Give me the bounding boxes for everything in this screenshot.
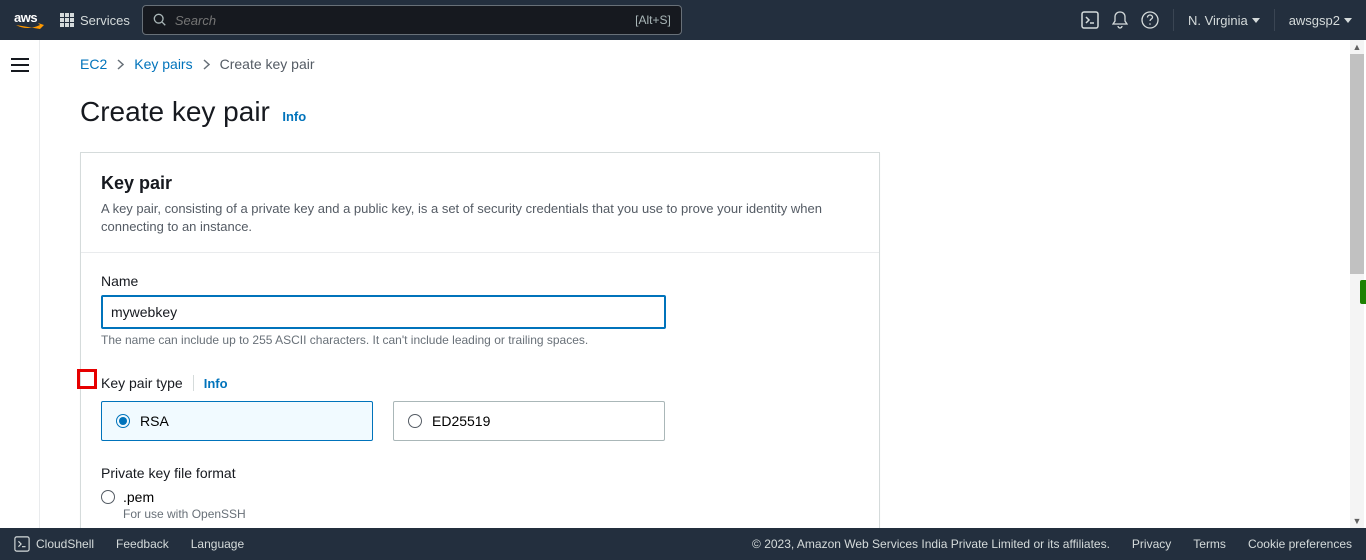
search-input[interactable]: [175, 13, 627, 28]
page-header: Create key pair Info: [80, 96, 1310, 128]
panel-description: A key pair, consisting of a private key …: [101, 200, 859, 236]
footer-privacy-link[interactable]: Privacy: [1132, 537, 1171, 551]
footer-bar: CloudShell Feedback Language © 2023, Ama…: [0, 528, 1366, 560]
cloudshell-icon[interactable]: [1081, 11, 1099, 29]
scroll-thumb[interactable]: [1350, 54, 1364, 274]
scroll-down-arrow[interactable]: ▼: [1350, 514, 1364, 528]
breadcrumb-current: Create key pair: [220, 56, 315, 72]
breadcrumb: EC2 Key pairs Create key pair: [80, 56, 1310, 72]
region-label: N. Virginia: [1188, 13, 1248, 28]
radio-rsa[interactable]: RSA: [101, 401, 373, 441]
search-icon: [153, 13, 167, 27]
breadcrumb-ec2[interactable]: EC2: [80, 56, 107, 72]
side-nav-collapsed: [0, 40, 40, 528]
aws-logo[interactable]: aws: [14, 10, 48, 30]
annotation-highlight: [77, 369, 97, 389]
page-info-link[interactable]: Info: [282, 109, 306, 124]
file-format-label: Private key file format: [101, 465, 859, 481]
side-nav-toggle[interactable]: [11, 58, 29, 72]
global-search[interactable]: [Alt+S]: [142, 5, 682, 35]
feedback-tab[interactable]: [1360, 280, 1366, 304]
svg-text:aws: aws: [14, 10, 37, 25]
help-icon[interactable]: [1141, 11, 1159, 29]
radio-pem[interactable]: .pem: [101, 489, 859, 505]
footer-feedback-link[interactable]: Feedback: [116, 537, 169, 551]
breadcrumb-key-pairs[interactable]: Key pairs: [134, 56, 192, 72]
radio-rsa-label: RSA: [140, 413, 169, 429]
key-pair-type-info-link[interactable]: Info: [204, 376, 228, 391]
footer-cloudshell-label: CloudShell: [36, 537, 94, 551]
notifications-icon[interactable]: [1111, 11, 1129, 29]
panel-header: Key pair A key pair, consisting of a pri…: [81, 153, 879, 253]
radio-ed25519[interactable]: ED25519: [393, 401, 665, 441]
name-label: Name: [101, 273, 859, 289]
radio-icon: [101, 490, 115, 504]
radio-ed25519-label: ED25519: [432, 413, 490, 429]
account-menu[interactable]: awsgsp2: [1289, 13, 1352, 28]
footer-cloudshell-button[interactable]: CloudShell: [14, 536, 94, 552]
page-title: Create key pair: [80, 96, 270, 128]
footer-copyright: © 2023, Amazon Web Services India Privat…: [752, 537, 1110, 551]
services-menu-button[interactable]: Services: [60, 13, 130, 28]
footer-terms-link[interactable]: Terms: [1193, 537, 1226, 551]
key-pair-name-input[interactable]: [101, 295, 666, 329]
radio-pem-label: .pem: [123, 489, 154, 505]
chevron-down-icon: [1252, 18, 1260, 23]
radio-pem-hint: For use with OpenSSH: [123, 507, 859, 521]
chevron-down-icon: [1344, 18, 1352, 23]
panel-heading: Key pair: [101, 173, 859, 194]
grid-icon: [60, 13, 74, 27]
name-hint: The name can include up to 255 ASCII cha…: [101, 333, 859, 347]
main-content: EC2 Key pairs Create key pair Create key…: [40, 40, 1350, 528]
search-shortcut-hint: [Alt+S]: [635, 13, 671, 27]
chevron-right-icon: [117, 59, 124, 70]
key-pair-type-label: Key pair type: [101, 375, 183, 391]
divider: [193, 375, 194, 391]
scroll-up-arrow[interactable]: ▲: [1350, 40, 1364, 54]
top-nav: aws Services [Alt+S] N. Virginia awsgsp2: [0, 0, 1366, 40]
account-label: awsgsp2: [1289, 13, 1340, 28]
cloudshell-icon: [14, 536, 30, 552]
key-pair-panel: Key pair A key pair, consisting of a pri…: [80, 152, 880, 528]
radio-icon: [116, 414, 130, 428]
footer-cookies-link[interactable]: Cookie preferences: [1248, 537, 1352, 551]
services-label: Services: [80, 13, 130, 28]
radio-icon: [408, 414, 422, 428]
footer-language-link[interactable]: Language: [191, 537, 244, 551]
chevron-right-icon: [203, 59, 210, 70]
region-selector[interactable]: N. Virginia: [1188, 13, 1260, 28]
